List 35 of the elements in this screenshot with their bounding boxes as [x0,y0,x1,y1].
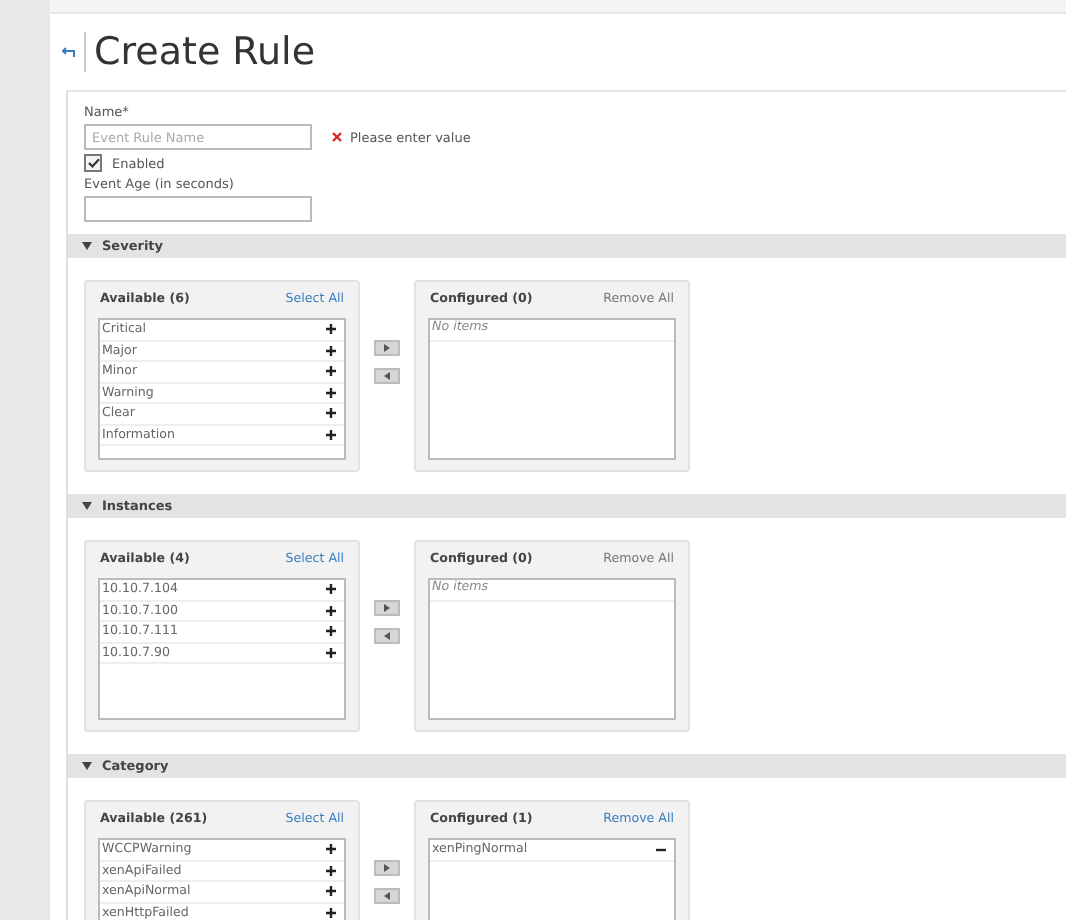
caret-icon [82,242,92,250]
plus-icon[interactable] [326,886,336,897]
back-icon[interactable] [62,46,76,58]
plus-icon[interactable] [326,907,336,918]
plus-icon[interactable] [326,429,336,440]
minus-icon[interactable] [656,847,666,852]
caret-left-icon [384,632,390,640]
input-field[interactable] [84,196,312,222]
caret-right-icon [384,344,390,352]
plus-icon[interactable] [326,345,336,356]
error-icon [332,132,342,142]
move-right-button[interactable] [374,340,400,356]
caret-left-icon [384,372,390,380]
plus-icon[interactable] [326,408,336,419]
caret-right-icon [384,864,390,872]
plus-icon[interactable] [326,387,336,398]
plus-icon[interactable] [326,584,336,595]
move-left-button[interactable] [374,628,400,644]
caret-right-icon [384,604,390,612]
checkbox[interactable] [84,154,102,172]
move-left-button[interactable] [374,888,400,904]
move-right-button[interactable] [374,600,400,616]
plus-icon[interactable] [326,647,336,658]
page-title: Create Rule [94,30,316,74]
caret-icon [82,762,92,770]
plus-icon[interactable] [326,865,336,876]
move-right-button[interactable] [374,860,400,876]
caret-icon [82,502,92,510]
plus-icon[interactable] [326,844,336,855]
plus-icon[interactable] [326,324,336,335]
plus-icon[interactable] [326,605,336,616]
plus-icon[interactable] [326,366,336,377]
move-left-button[interactable] [374,368,400,384]
plus-icon[interactable] [326,626,336,637]
caret-left-icon [384,892,390,900]
